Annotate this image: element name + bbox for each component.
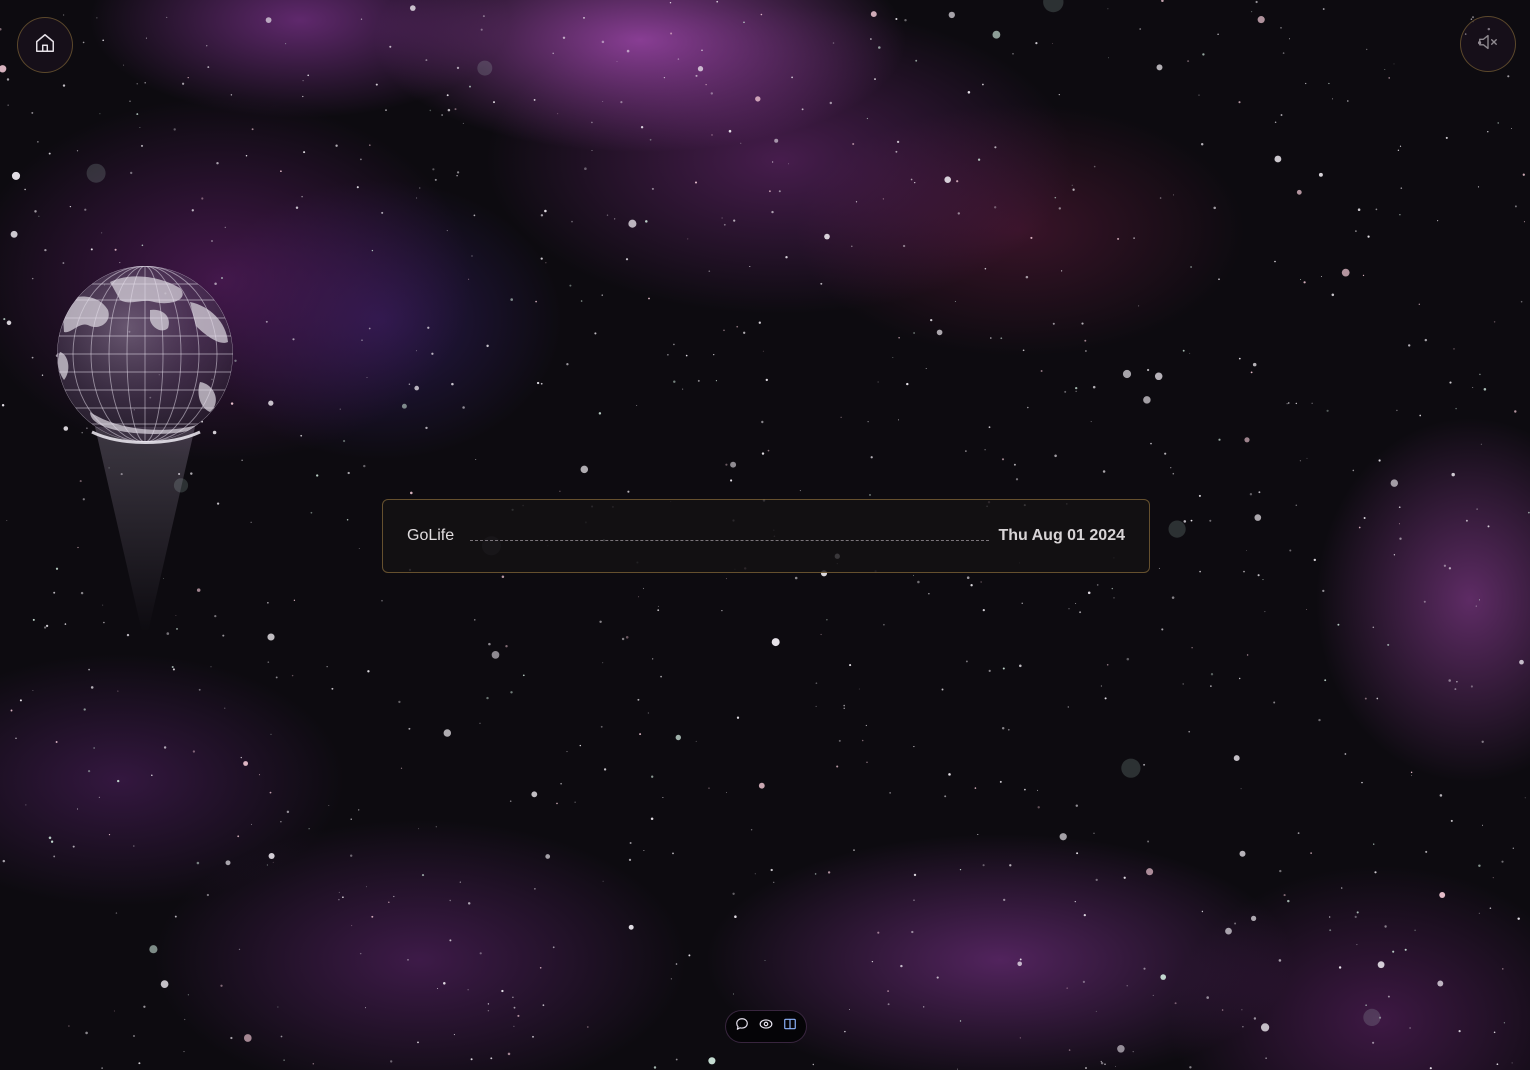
entry-date: Thu Aug 01 2024	[998, 527, 1125, 544]
home-button[interactable]	[17, 17, 73, 73]
wireframe-globe	[50, 262, 240, 642]
mute-button[interactable]	[1460, 16, 1516, 72]
journal-button[interactable]	[781, 1018, 799, 1036]
space-background: GoLife Thu Aug 01 2024	[0, 0, 1530, 1070]
view-button[interactable]	[757, 1018, 775, 1036]
book-open-icon	[783, 1017, 797, 1036]
timeline-entry-card[interactable]: GoLife Thu Aug 01 2024	[382, 499, 1150, 573]
dotted-leader	[470, 539, 990, 541]
chat-bubble-icon	[735, 1017, 749, 1036]
chat-button[interactable]	[733, 1018, 751, 1036]
bottom-toolbar	[725, 1010, 807, 1043]
speaker-muted-icon	[1477, 31, 1499, 58]
eye-icon	[759, 1017, 773, 1036]
home-icon	[34, 32, 56, 59]
entry-title: GoLife	[407, 527, 455, 544]
